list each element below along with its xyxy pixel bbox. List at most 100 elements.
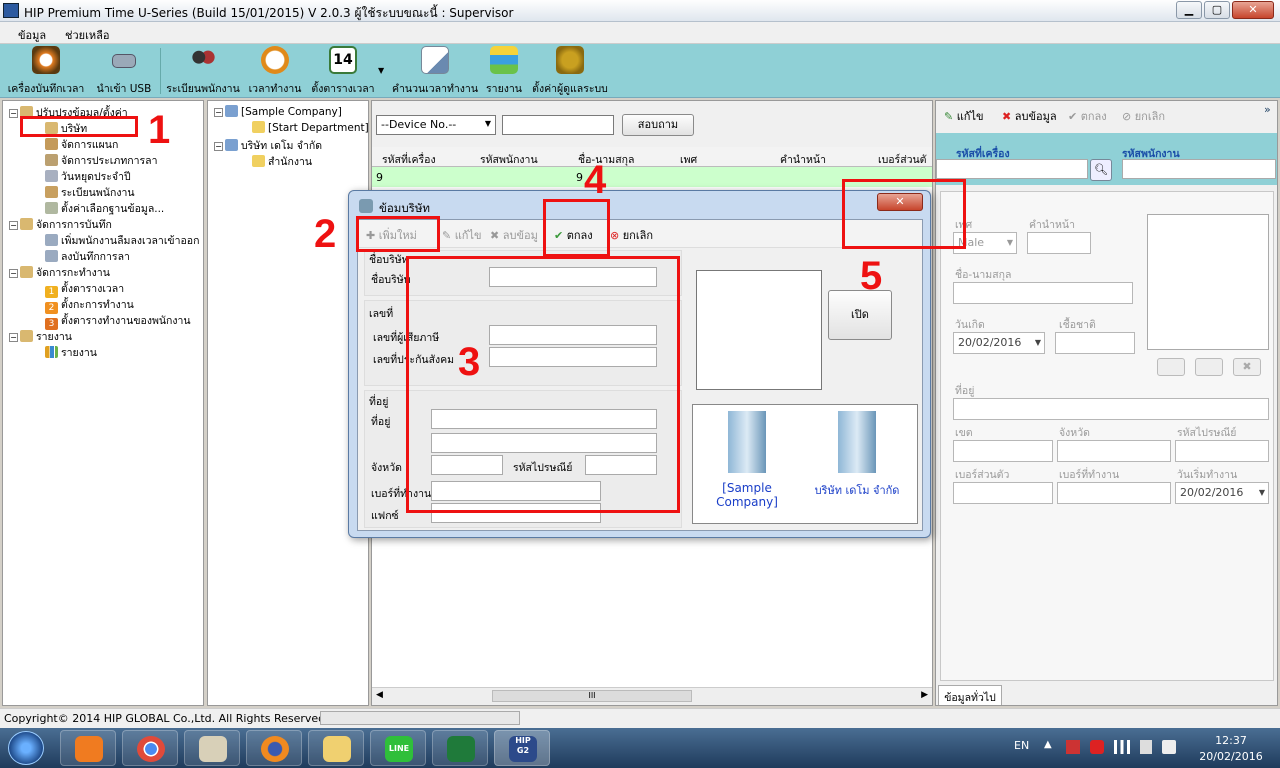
clock[interactable]: 12:37 20/02/2016 xyxy=(1196,734,1266,763)
scroll-thumb[interactable]: III xyxy=(492,690,692,702)
battery-icon[interactable] xyxy=(1140,740,1152,754)
tree-node-sample-company[interactable]: − [Sample Company] xyxy=(214,105,342,118)
collapse-icon[interactable]: − xyxy=(214,142,223,151)
annotation-box-3 xyxy=(406,256,680,513)
annotation-number-2: 2 xyxy=(314,212,337,256)
collapse-icon[interactable]: − xyxy=(9,333,18,342)
tree-node-records[interactable]: − จัดการการบันทึก xyxy=(9,216,112,233)
photo-browse-icon[interactable] xyxy=(1157,358,1185,376)
tree-node-leave-record[interactable]: ลงบันทึกการลา xyxy=(45,248,130,265)
search-icon[interactable]: 🔍︎ xyxy=(1090,159,1112,181)
tree-node-demo-company[interactable]: − บริษัท เดโม จำกัด xyxy=(214,137,322,154)
start-date-value: 20/02/2016 xyxy=(1180,486,1244,499)
district-input[interactable] xyxy=(953,440,1053,462)
toolbar-report[interactable]: รายงาน xyxy=(484,46,524,97)
address-input[interactable] xyxy=(953,398,1269,420)
fullname-label: ชื่อ-นามสกุล xyxy=(955,269,1012,281)
toolbar-time-recorder[interactable]: เครื่องบันทึกเวลา xyxy=(4,46,88,97)
volume-icon[interactable] xyxy=(1162,740,1176,754)
dialog-delete-button[interactable]: ✖ ลบข้อมู xyxy=(490,226,538,244)
search-button[interactable]: สอบถาม xyxy=(622,114,694,136)
personal-phone-input[interactable] xyxy=(953,482,1053,504)
tray-flag-icon[interactable] xyxy=(1066,740,1080,754)
taskbar-app-firefox[interactable] xyxy=(246,730,302,766)
column-device-id[interactable]: รหัสที่เครื่อง xyxy=(382,151,436,168)
fullname-input[interactable] xyxy=(953,282,1133,304)
postcode-input[interactable] xyxy=(1175,440,1269,462)
device-select[interactable]: --Device No.-- ▼ xyxy=(376,115,496,135)
nationality-input[interactable] xyxy=(1055,332,1135,354)
collapse-icon[interactable]: − xyxy=(9,109,18,118)
minimize-button[interactable]: ▁ xyxy=(1176,1,1202,19)
maximize-button[interactable]: ▢ xyxy=(1204,1,1230,19)
taskbar-app-media[interactable] xyxy=(60,730,116,766)
taskbar-app-explorer[interactable] xyxy=(308,730,364,766)
taskbar-app-chrome[interactable] xyxy=(122,730,178,766)
tree-node-forgot-time[interactable]: เพิ่มพนักงานลืมลงเวลาเข้าออก xyxy=(45,232,199,249)
column-prefix[interactable]: คำนำหน้า xyxy=(780,151,826,168)
grid-filter-bar: --Device No.-- ▼ สอบถาม xyxy=(372,101,932,147)
tray-expand-icon[interactable]: ▲ xyxy=(1044,739,1052,750)
tree-node-departments[interactable]: จัดการแผนก xyxy=(45,136,118,153)
expand-icon[interactable]: » xyxy=(1264,103,1271,116)
right-edit-button[interactable]: ✎ แก้ไข xyxy=(944,107,984,125)
taskbar-app-excel[interactable] xyxy=(432,730,488,766)
toolbar-employee-records[interactable]: ระเบียนพนักงาน xyxy=(164,46,242,97)
birthday-input[interactable]: 20/02/2016 ▼ xyxy=(953,332,1045,354)
collapse-icon[interactable]: − xyxy=(9,221,18,230)
start-date-input[interactable]: 20/02/2016 ▼ xyxy=(1175,482,1269,504)
menu-data[interactable]: ข้อมูล xyxy=(18,26,46,44)
scroll-right-icon[interactable]: ▶ xyxy=(921,690,928,700)
dialog-cancel-button[interactable]: ⊗ ยกเลิก xyxy=(610,226,653,244)
toolbar-calculate[interactable]: คำนวนเวลาทำงาน xyxy=(392,46,478,97)
tree-node-database[interactable]: ตั้งค่าเลือกฐานข้อมูล... xyxy=(45,200,164,217)
device-select-value: --Device No.-- xyxy=(381,118,457,131)
horizontal-scrollbar[interactable]: ◀ III ▶ xyxy=(372,687,932,705)
tree-node-shifts[interactable]: − จัดการกะทำงาน xyxy=(9,264,110,281)
bar-chart-icon xyxy=(45,346,58,358)
tree-node-office[interactable]: สำนักงาน xyxy=(252,153,312,170)
tree-node-leave-types[interactable]: จัดการประเภทการลา xyxy=(45,152,157,169)
toolbar-usb-import[interactable]: นำเข้า USB xyxy=(92,46,156,97)
tree-node-start-department[interactable]: [Start Department] xyxy=(252,121,369,134)
photo-delete-icon[interactable]: ✖ xyxy=(1233,358,1261,376)
device-search-input[interactable] xyxy=(502,115,614,135)
toolbar-work-time[interactable]: เวลาทำงาน xyxy=(246,46,304,97)
menu-help[interactable]: ช่วยเหลือ xyxy=(65,26,109,44)
toolbar-admin-settings[interactable]: ตั้งค่าผู้ดูแลระบบ xyxy=(530,46,610,97)
tray-antivirus-icon[interactable] xyxy=(1090,740,1104,754)
close-button[interactable]: ✕ xyxy=(1232,1,1274,19)
taskbar-app-paint[interactable] xyxy=(184,730,240,766)
right-ok-button[interactable]: ✔ ตกลง xyxy=(1068,107,1107,125)
dialog-edit-button[interactable]: ✎ แก้ไข xyxy=(442,226,482,244)
taskbar-app-line[interactable]: LINE xyxy=(370,730,426,766)
employee-id-input[interactable] xyxy=(1122,159,1276,179)
province-input[interactable] xyxy=(1057,440,1171,462)
tree-node-employees[interactable]: ระเบียนพนักงาน xyxy=(45,184,135,201)
work-phone-input[interactable] xyxy=(1057,482,1171,504)
tree-node-holidays[interactable]: วันหยุดประจำปี xyxy=(45,168,131,185)
tree-label: จัดการกะทำงาน xyxy=(36,267,110,279)
scroll-left-icon[interactable]: ◀ xyxy=(376,690,383,700)
dropdown-arrow-icon[interactable]: ▼ xyxy=(378,66,384,75)
company-item-sample[interactable]: [Sample Company] xyxy=(707,411,787,509)
column-employee-id[interactable]: รหัสพนักงาน xyxy=(480,151,538,168)
device-id-input[interactable] xyxy=(936,159,1088,179)
right-delete-button[interactable]: ✖ ลบข้อมูล xyxy=(1002,107,1057,125)
tab-general-info[interactable]: ข้อมูลทั่วไป xyxy=(938,685,1002,705)
collapse-icon[interactable]: − xyxy=(9,269,18,278)
language-indicator[interactable]: EN xyxy=(1014,739,1029,752)
column-phone[interactable]: เบอร์ส่วนตั xyxy=(878,151,927,168)
taskbar-app-hip[interactable]: HIP G2 xyxy=(494,730,550,766)
column-gender[interactable]: เพศ xyxy=(680,151,697,168)
right-cancel-button[interactable]: ⊘ ยกเลิก xyxy=(1122,107,1165,125)
collapse-icon[interactable]: − xyxy=(214,108,223,117)
tree-node-reports[interactable]: − รายงาน xyxy=(9,328,72,345)
toolbar-schedule[interactable]: 14 ตั้งตารางเวลา xyxy=(308,46,378,97)
company-item-demo[interactable]: บริษัท เดโม จำกัด xyxy=(809,411,905,499)
webcam-icon[interactable] xyxy=(1195,358,1223,376)
tree-node-report[interactable]: รายงาน xyxy=(45,344,97,361)
start-button[interactable] xyxy=(8,731,44,765)
prefix-input[interactable] xyxy=(1027,232,1091,254)
network-icon[interactable] xyxy=(1114,740,1130,754)
